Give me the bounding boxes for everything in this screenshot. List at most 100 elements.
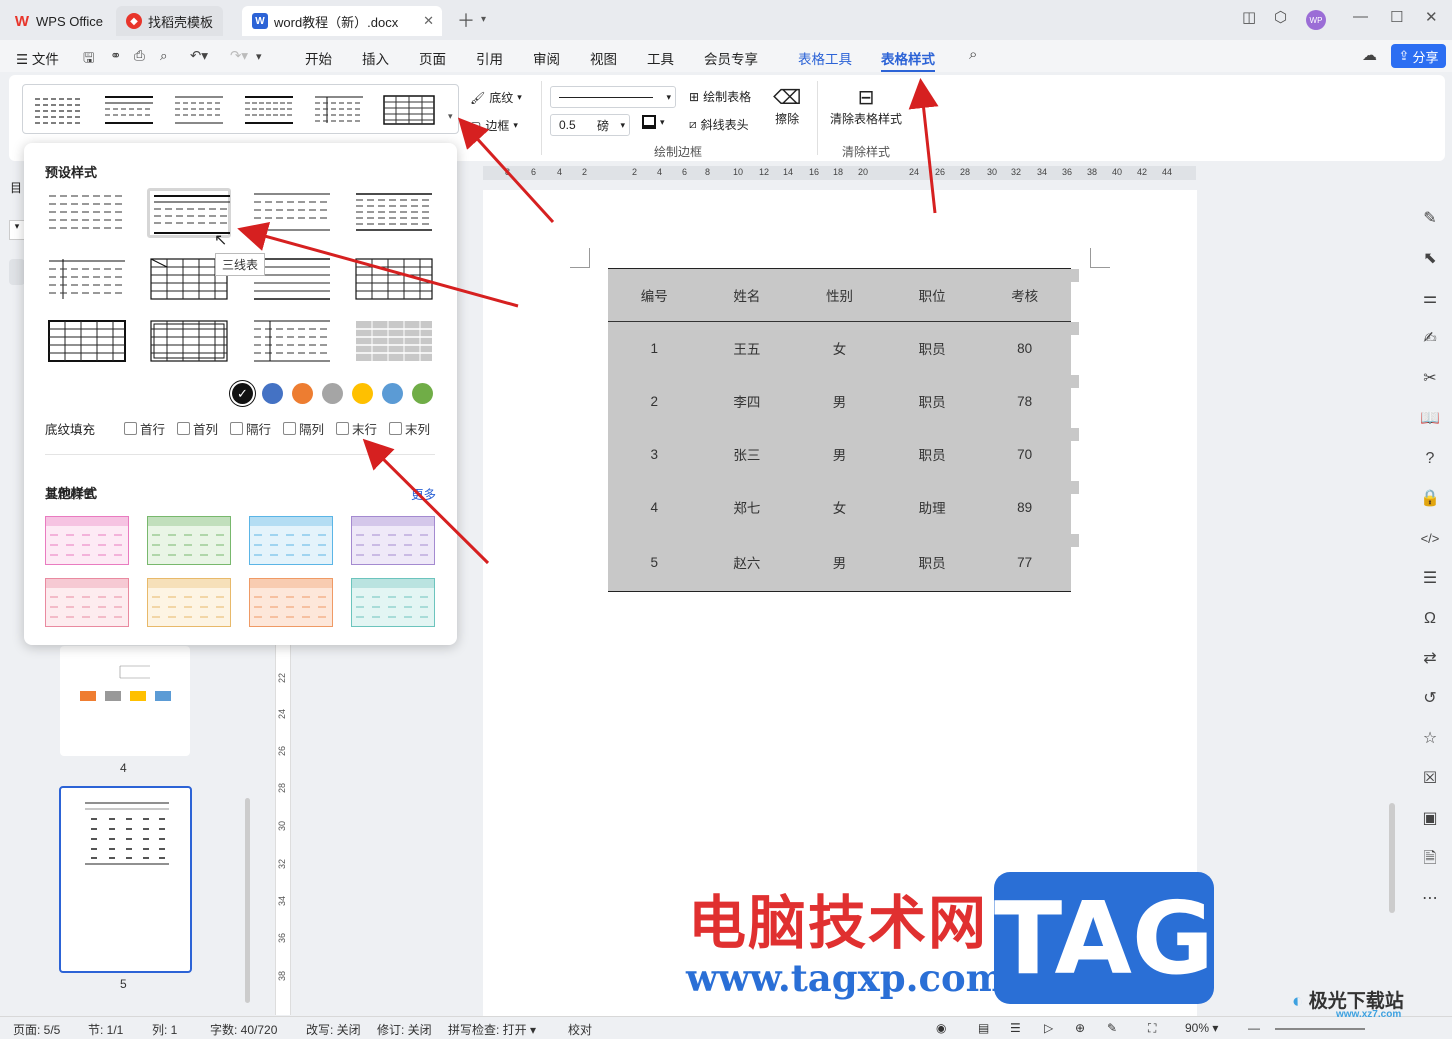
menu-insert[interactable]: 插入 — [362, 48, 389, 68]
more-chevron-icon[interactable]: ▾ — [256, 50, 262, 63]
new-tab-icon[interactable]: ＋ — [457, 7, 475, 33]
theme-color-swatch-selected[interactable]: ✓ — [232, 383, 253, 404]
pen-mode-icon[interactable]: ✎ — [1107, 1021, 1117, 1035]
document-scrollbar[interactable] — [1389, 803, 1395, 913]
more-styles-link[interactable]: 更多 — [411, 484, 436, 503]
table-cell[interactable]: 5 — [608, 533, 701, 592]
checkbox-box[interactable] — [336, 422, 349, 435]
other-style-thumbnail[interactable] — [147, 516, 231, 565]
border-button[interactable]: ▢ 边框 ▾ — [470, 117, 518, 134]
table-cell[interactable]: 张三 — [701, 428, 794, 481]
fill-option-checkbox[interactable]: 隔列 — [283, 419, 324, 438]
zoom-out-icon[interactable]: — — [1248, 1021, 1260, 1035]
nav-filter-button[interactable] — [9, 259, 25, 285]
status-word-count[interactable]: 字数: 40/720 — [210, 1021, 277, 1038]
fill-option-checkbox[interactable]: 首行 — [124, 419, 165, 438]
theme-color-swatch[interactable] — [322, 383, 343, 404]
tab-docer-templates[interactable]: ◆ 找稻壳模板 — [116, 6, 224, 36]
table-cell[interactable]: 李四 — [701, 375, 794, 428]
nav-dropdown[interactable]: ▾ — [9, 220, 25, 240]
adjust-sliders-icon[interactable]: ⚌ — [1420, 289, 1440, 309]
table-cell[interactable]: 89 — [978, 481, 1071, 534]
table-cell[interactable]: 职员 — [886, 322, 979, 375]
lock-icon[interactable]: 🔒 — [1420, 489, 1440, 509]
preset-style[interactable] — [45, 317, 129, 367]
web-view-icon[interactable]: ⊕ — [1075, 1021, 1085, 1035]
translate-icon[interactable]: ⇄ — [1420, 649, 1440, 669]
table-cell[interactable]: 78 — [978, 375, 1071, 428]
row-resize-handle[interactable] — [1071, 534, 1079, 547]
zoom-slider[interactable] — [1275, 1028, 1365, 1030]
zoom-level[interactable]: 90% ▾ — [1185, 1021, 1218, 1035]
table-style-gallery[interactable]: ▾ — [22, 84, 459, 134]
fit-page-icon[interactable]: ⛶ — [1148, 1021, 1156, 1036]
help-icon[interactable]: ? — [1420, 449, 1440, 469]
checkbox-box[interactable] — [389, 422, 402, 435]
table-header-cell[interactable]: 性别 — [793, 268, 886, 322]
close-tab-icon[interactable]: ✕ — [423, 13, 434, 29]
cloud-sync-icon[interactable]: ☁ — [1362, 46, 1377, 64]
table-cell[interactable]: 2 — [608, 375, 701, 428]
menu-references[interactable]: 引用 — [476, 48, 503, 68]
other-style-thumbnail[interactable] — [249, 516, 333, 565]
save-icon[interactable]: 🖫 — [83, 48, 95, 71]
table-cell[interactable]: 70 — [978, 428, 1071, 481]
table-cell[interactable]: 80 — [978, 322, 1071, 375]
theme-color-swatch[interactable] — [412, 383, 433, 404]
table-cell[interactable]: 职员 — [886, 375, 979, 428]
menu-member[interactable]: 会员专享 — [704, 48, 758, 68]
other-style-thumbnail[interactable] — [351, 578, 435, 627]
style-thumb-5[interactable] — [313, 95, 365, 125]
chevron-down-icon[interactable]: ▾ — [481, 14, 486, 25]
theme-color-swatch[interactable] — [292, 383, 313, 404]
menu-home[interactable]: 开始 — [305, 48, 332, 68]
close-window-icon[interactable]: ✕ — [1425, 8, 1438, 26]
omega-symbol-icon[interactable]: Ω — [1420, 609, 1440, 629]
maximize-icon[interactable]: ☐ — [1390, 8, 1403, 26]
draw-table-button[interactable]: ⊞ 绘制表格 — [689, 88, 751, 105]
preset-style[interactable] — [147, 317, 231, 367]
style-thumb-3[interactable] — [173, 95, 225, 125]
table-cell[interactable]: 77 — [978, 533, 1071, 592]
file-menu[interactable]: ☰ 文件 — [16, 48, 59, 68]
menu-view[interactable]: 视图 — [590, 48, 617, 68]
box-x-icon[interactable]: ☒ — [1420, 769, 1440, 789]
undo-icon[interactable]: ↶▾ — [190, 48, 208, 64]
page-view-icon[interactable]: ▤ — [978, 1021, 989, 1035]
status-spellcheck[interactable]: 拼写检查: 打开 ▾ — [448, 1021, 536, 1038]
outline-tab-label[interactable]: 目 — [10, 179, 22, 196]
code-icon[interactable]: </> — [1420, 529, 1440, 549]
doc-icon[interactable]: 🗎 — [1420, 849, 1440, 869]
cube-icon[interactable]: ⬡ — [1274, 8, 1287, 26]
checkbox-box[interactable] — [177, 422, 190, 435]
book-icon[interactable]: 📖 — [1420, 409, 1440, 429]
menu-review[interactable]: 审阅 — [533, 48, 560, 68]
search-icon[interactable]: ⌕ — [969, 46, 977, 63]
shading-button[interactable]: 🖌 底纹 ▾ — [470, 89, 522, 106]
table-cell[interactable]: 郑七 — [701, 481, 794, 534]
table-cell[interactable]: 男 — [793, 375, 886, 428]
share-link-icon[interactable]: ⚭ — [110, 48, 121, 64]
table-cell[interactable]: 3 — [608, 428, 701, 481]
minimize-icon[interactable]: — — [1353, 8, 1368, 25]
preset-style[interactable] — [352, 255, 436, 305]
other-style-thumbnail[interactable] — [45, 578, 129, 627]
eye-protection-icon[interactable]: ◉ — [936, 1021, 946, 1035]
fill-option-checkbox[interactable]: 隔行 — [230, 419, 271, 438]
tools-icon[interactable]: ✂ — [1420, 369, 1440, 389]
history-icon[interactable]: ↺ — [1420, 689, 1440, 709]
menu-page[interactable]: 页面 — [419, 48, 446, 68]
table-header-cell[interactable]: 职位 — [885, 268, 979, 322]
table-cell[interactable]: 王五 — [701, 322, 794, 375]
table-header-cell[interactable]: 考核 — [978, 268, 1071, 322]
table-cell[interactable]: 男 — [793, 428, 886, 481]
status-overwrite[interactable]: 改写: 关闭 — [306, 1021, 361, 1038]
row-resize-handle[interactable] — [1071, 481, 1079, 494]
clear-style-button[interactable]: ⊟ 清除表格样式 — [830, 85, 902, 127]
tab-word-doc[interactable]: W word教程（新）.docx ✕ — [242, 6, 442, 36]
checkbox-box[interactable] — [124, 422, 137, 435]
table-cell[interactable]: 助理 — [886, 481, 979, 534]
other-style-thumbnail[interactable] — [249, 578, 333, 627]
menu-tools[interactable]: 工具 — [647, 48, 674, 68]
preset-style[interactable] — [45, 255, 129, 305]
